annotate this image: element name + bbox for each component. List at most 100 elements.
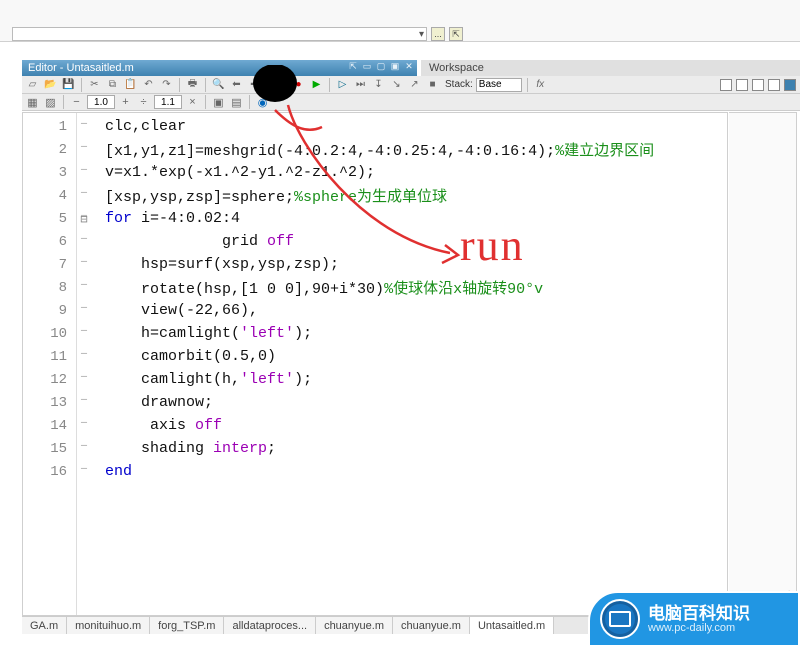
code-line[interactable]: 16 end	[23, 460, 727, 483]
close-icon[interactable]: ✕	[403, 60, 415, 73]
publish2-icon[interactable]: ▤	[229, 95, 244, 110]
code-text[interactable]: rotate(hsp,[1 0 0],90+i*30)%使球体沿x轴旋转90°v	[91, 277, 543, 298]
path-dropdown[interactable]: ▾	[12, 27, 427, 41]
code-line[interactable]: 7 hsp=surf(xsp,ysp,zsp);	[23, 253, 727, 276]
code-line[interactable]: 12 camlight(h,'left');	[23, 368, 727, 391]
code-line[interactable]: 13 drawnow;	[23, 391, 727, 414]
find-icon[interactable]: 🔍	[211, 77, 226, 92]
file-tab[interactable]: forg_TSP.m	[150, 617, 224, 634]
code-line[interactable]: 1clc,clear	[23, 115, 727, 138]
tile-3-icon[interactable]	[752, 79, 764, 91]
workspace-panel[interactable]	[729, 112, 797, 616]
code-text[interactable]: camorbit(0.5,0)	[91, 348, 276, 365]
stop-icon[interactable]: ■	[425, 77, 440, 92]
undo-icon[interactable]: ↶	[141, 77, 156, 92]
line-number: 8	[23, 280, 77, 296]
open-file-icon[interactable]: 📂	[43, 77, 58, 92]
line-number: 16	[23, 464, 77, 480]
scale-div-icon[interactable]: ÷	[136, 95, 151, 110]
print-icon[interactable]: 🖶	[185, 77, 200, 92]
code-text[interactable]: [xsp,ysp,zsp]=sphere;%sphere为生成单位球	[91, 185, 447, 206]
stack-select[interactable]: Base	[476, 78, 522, 92]
code-text[interactable]: for i=-4:0.02:4	[91, 210, 240, 227]
code-line[interactable]: 11 camorbit(0.5,0)	[23, 345, 727, 368]
code-line[interactable]: 6 grid off	[23, 230, 727, 253]
code-text[interactable]: drawnow;	[91, 394, 213, 411]
code-line[interactable]: 9 view(-22,66),	[23, 299, 727, 322]
profile-icon[interactable]: ◉	[255, 95, 270, 110]
code-text[interactable]: [x1,y1,z1]=meshgrid(-4:0.2:4,-4:0.25:4,-…	[91, 139, 654, 160]
code-text[interactable]: end	[91, 463, 132, 480]
code-line[interactable]: 15 shading interp;	[23, 437, 727, 460]
tile-2-icon[interactable]	[736, 79, 748, 91]
dock-icon[interactable]: ⇱	[347, 60, 359, 73]
cell-eval-icon[interactable]: ▨	[43, 95, 58, 110]
scale-mul-icon[interactable]: ×	[185, 95, 200, 110]
line-number: 6	[23, 234, 77, 250]
code-line[interactable]: 4[xsp,ysp,zsp]=sphere;%sphere为生成单位球	[23, 184, 727, 207]
line-number: 10	[23, 326, 77, 342]
step-icon[interactable]: ↧	[371, 77, 386, 92]
folder-up-button[interactable]: ⇱	[449, 27, 463, 41]
redo-icon[interactable]: ↷	[159, 77, 174, 92]
editor-toolbar-2: ▦ ▨ − + ÷ × ▣ ▤ ◉	[22, 94, 800, 111]
restore-icon[interactable]: ▣	[389, 60, 401, 73]
browse-button[interactable]: ...	[431, 27, 445, 41]
zoom-a-input[interactable]	[87, 95, 115, 109]
file-tab[interactable]: GA.m	[22, 617, 67, 634]
zoom-b-input[interactable]	[154, 95, 182, 109]
code-line[interactable]: 8 rotate(hsp,[1 0 0],90+i*30)%使球体沿x轴旋转90…	[23, 276, 727, 299]
code-text[interactable]: camlight(h,'left');	[91, 371, 312, 388]
goto-back-icon[interactable]: ⬅	[229, 77, 244, 92]
goto-line-icon[interactable]: ⇥	[265, 77, 280, 92]
line-number: 15	[23, 441, 77, 457]
code-line[interactable]: 10 h=camlight('left');	[23, 322, 727, 345]
step-out-icon[interactable]: ↗	[407, 77, 422, 92]
line-number: 12	[23, 372, 77, 388]
publish-icon[interactable]: ▣	[211, 95, 226, 110]
maximize-icon[interactable]: ▢	[375, 60, 387, 73]
tile-1-icon[interactable]	[720, 79, 732, 91]
code-text[interactable]: axis off	[91, 417, 222, 434]
code-line[interactable]: 5⊟for i=-4:0.02:4	[23, 207, 727, 230]
code-text[interactable]: view(-22,66),	[91, 302, 258, 319]
cell-new-icon[interactable]: ▦	[25, 95, 40, 110]
fx-icon[interactable]: fx	[533, 77, 548, 92]
code-text[interactable]: v=x1.*exp(-x1.^2-y1.^2-z1.^2);	[91, 164, 375, 181]
zoom-plus-icon[interactable]: +	[118, 95, 133, 110]
minimize-icon[interactable]: ▭	[361, 60, 373, 73]
breakpoint-icon[interactable]: ●	[291, 77, 306, 92]
line-number: 5	[23, 211, 77, 227]
file-tab[interactable]: chuanyue.m	[393, 617, 470, 634]
cut-icon[interactable]: ✂	[87, 77, 102, 92]
line-number: 2	[23, 142, 77, 158]
file-tab[interactable]: chuanyue.m	[316, 617, 393, 634]
code-text[interactable]: shading interp;	[91, 440, 276, 457]
file-tab[interactable]: monituihuo.m	[67, 617, 150, 634]
run-icon[interactable]: ▶	[309, 77, 324, 92]
run-section-icon[interactable]: ▷	[335, 77, 350, 92]
paste-icon[interactable]: 📋	[123, 77, 138, 92]
tile-5-icon[interactable]	[784, 79, 796, 91]
line-number: 3	[23, 165, 77, 181]
step-in-icon[interactable]: ↘	[389, 77, 404, 92]
code-text[interactable]: clc,clear	[91, 118, 186, 135]
code-line[interactable]: 2 [x1,y1,z1]=meshgrid(-4:0.2:4,-4:0.25:4,…	[23, 138, 727, 161]
new-file-icon[interactable]: ▱	[25, 77, 40, 92]
file-tab[interactable]: Untasaitled.m	[470, 617, 554, 634]
zoom-minus-icon[interactable]: −	[69, 95, 84, 110]
brand-url: www.pc-daily.com	[648, 622, 750, 634]
copy-icon[interactable]: ⧉	[105, 77, 120, 92]
file-tab[interactable]: alldataproces...	[224, 617, 316, 634]
tile-4-icon[interactable]	[768, 79, 780, 91]
code-text[interactable]: grid off	[91, 233, 294, 250]
code-editor[interactable]: 1clc,clear 2 [x1,y1,z1]=meshgrid(-4:0.2:4,…	[22, 112, 728, 616]
run-advance-icon[interactable]: ⏭	[353, 77, 368, 92]
save-icon[interactable]: 💾	[61, 77, 76, 92]
code-text[interactable]: h=camlight('left');	[91, 325, 312, 342]
code-line[interactable]: 3 v=x1.*exp(-x1.^2-y1.^2-z1.^2);	[23, 161, 727, 184]
goto-fwd-icon[interactable]: ➡	[247, 77, 262, 92]
line-number: 11	[23, 349, 77, 365]
code-text[interactable]: hsp=surf(xsp,ysp,zsp);	[91, 256, 339, 273]
code-line[interactable]: 14 axis off	[23, 414, 727, 437]
